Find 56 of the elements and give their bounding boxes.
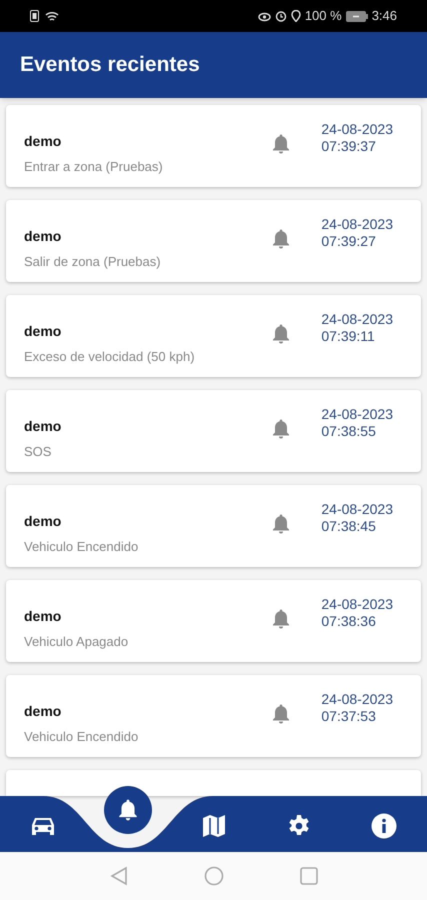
device-name: demo [24, 417, 62, 436]
event-time: 07:38:45 [321, 518, 377, 535]
alarm-icon [274, 10, 287, 22]
device-name: demo [24, 512, 62, 531]
event-card[interactable]: demo Vehiculo Apagado 24-08-2023 07:38:36 [6, 580, 421, 662]
event-date: 24-08-2023 [321, 596, 393, 613]
event-description: Salir de zona (Pruebas) [24, 253, 162, 271]
bell-icon [271, 323, 292, 345]
wifi-icon [45, 10, 59, 22]
bell-icon [271, 228, 292, 250]
event-time: 07:37:53 [321, 708, 377, 725]
location-icon [290, 10, 301, 22]
bell-icon [271, 703, 292, 725]
event-time: 07:39:27 [321, 233, 377, 250]
event-date: 24-08-2023 [321, 121, 393, 138]
device-name: demo [24, 132, 62, 151]
event-date: 24-08-2023 [321, 501, 393, 518]
battery-percent: 100 % [304, 7, 342, 26]
car-icon[interactable] [30, 815, 56, 837]
info-icon[interactable] [371, 813, 398, 839]
device-name: demo [24, 322, 62, 341]
event-time: 07:38:36 [321, 613, 377, 630]
event-description: Exceso de velocidad (50 kph) [24, 348, 196, 366]
event-date: 24-08-2023 [321, 406, 393, 423]
event-time: 07:39:37 [321, 138, 377, 155]
clock-time: 3:46 [372, 7, 397, 26]
event-card[interactable]: demo SOS 24-08-2023 07:38:55 [6, 390, 421, 472]
event-description: Vehiculo Apagado [24, 633, 130, 651]
bell-icon[interactable] [117, 798, 140, 822]
bell-icon [271, 608, 292, 630]
event-description: Vehiculo Encendido [24, 538, 140, 556]
event-date: 24-08-2023 [321, 216, 393, 233]
event-date: 24-08-2023 [321, 691, 393, 708]
event-card[interactable]: demo Salir de zona (Pruebas) 24-08-2023 07:39:27 [6, 200, 421, 282]
event-card[interactable]: demo Vehiculo Encendido 24-08-2023 07:38:45 [6, 485, 421, 567]
sim-icon [30, 10, 39, 22]
page-title: Eventos recientes [20, 52, 200, 78]
event-card[interactable]: demo Vehiculo Encendido 24-08-2023 07:37:53 [6, 675, 421, 757]
event-card[interactable]: demo Exceso de velocidad (50 kph) 24-08-2023 07:39:11 [6, 295, 421, 377]
settings-icon[interactable] [286, 814, 311, 838]
device-name: demo [24, 702, 62, 721]
event-description: SOS [24, 443, 52, 461]
device-name: demo [24, 607, 62, 626]
device-name: demo [24, 227, 62, 246]
event-time: 07:38:55 [321, 423, 377, 440]
event-description: Entrar a zona (Pruebas) [24, 158, 164, 176]
event-card[interactable]: demo Entrar a zona (Pruebas) 24-08-2023 07:39:37 [6, 105, 421, 187]
event-date: 24-08-2023 [321, 311, 393, 328]
bell-icon [271, 133, 292, 155]
battery-icon [346, 10, 368, 22]
bell-icon [271, 418, 292, 440]
event-description: Vehiculo Encendido [24, 728, 140, 746]
map-icon[interactable] [202, 814, 226, 838]
eye-icon [258, 10, 271, 22]
bell-icon [271, 513, 292, 535]
event-time: 07:39:11 [321, 328, 376, 345]
